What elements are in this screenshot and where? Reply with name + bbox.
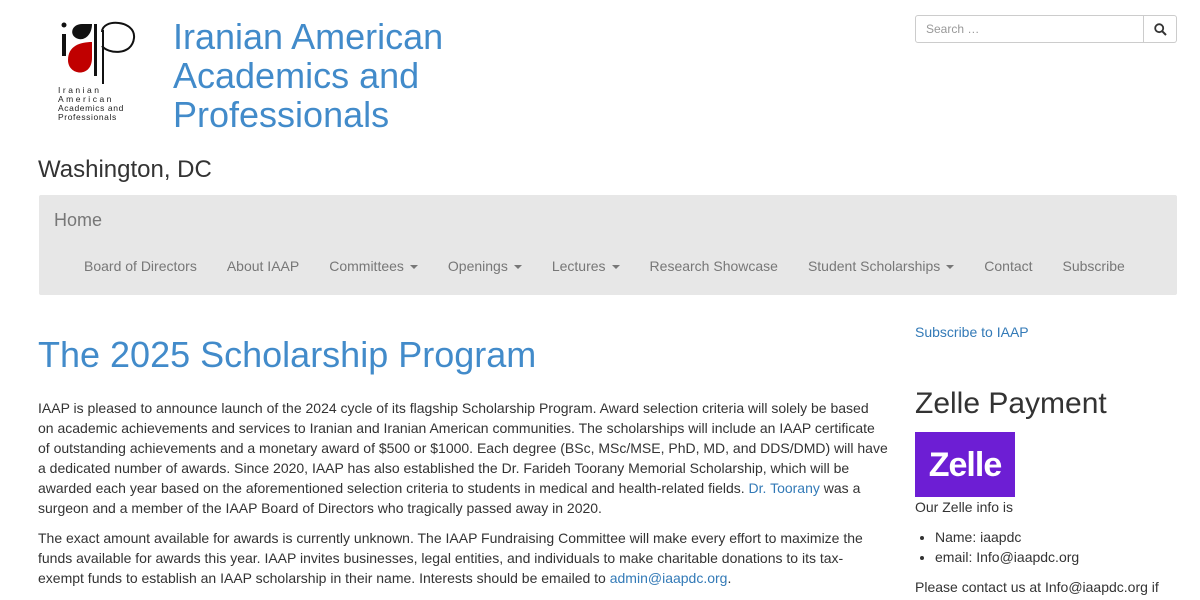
logo-line: Professionals: [58, 112, 117, 122]
zelle-info-text: Our Zelle info is: [915, 499, 1014, 515]
iaap-logo-mark: [61, 21, 136, 84]
paragraph-text: The exact amount available for awards is…: [38, 530, 863, 586]
nav-item-subscribe[interactable]: Subscribe: [1048, 258, 1140, 274]
nav-item-label: Board of Directors: [84, 258, 197, 274]
article-paragraph: IAAP is pleased to announce launch of th…: [38, 398, 888, 518]
nav-item-label: About IAAP: [226, 258, 300, 274]
site-tagline: Washington, DC: [38, 156, 212, 183]
nav-item-label: Contact: [984, 258, 1033, 274]
zelle-info-list: Name: iaapdc email: Info@iaapdc.org: [915, 527, 1185, 567]
site-title-line[interactable]: Iranian American: [173, 17, 443, 56]
toorany-link[interactable]: Dr. Toorany: [749, 480, 820, 496]
search-icon: [1153, 22, 1167, 36]
nav-item-committees[interactable]: Committees: [314, 258, 433, 274]
nav-item-contact[interactable]: Contact: [969, 258, 1047, 274]
zelle-logo: Zelle: [915, 432, 1015, 497]
subscribe-link[interactable]: Subscribe to IAAP: [915, 322, 1185, 342]
sidebar: Subscribe to IAAP Zelle Payment Zelle Ou…: [915, 322, 1185, 597]
page-title: The 2025 Scholarship Program: [38, 334, 537, 375]
caret-down-icon: [946, 265, 955, 270]
article-body: IAAP is pleased to announce launch of th…: [38, 398, 888, 598]
nav-item-board-of-directors[interactable]: Board of Directors: [69, 258, 212, 274]
nav-item-openings[interactable]: Openings: [433, 258, 537, 274]
zelle-contact-text: Please contact us at Info@iaapdc.org if: [915, 579, 1159, 595]
admin-email-link[interactable]: admin@iaapdc.org: [610, 570, 728, 586]
zelle-heading: Zelle Payment: [915, 387, 1107, 420]
zelle-logo-text: Zelle: [928, 445, 1002, 484]
nav-item-student-scholarships[interactable]: Student Scholarships: [793, 258, 969, 274]
search-form: [915, 15, 1177, 43]
nav-item-label: Subscribe: [1062, 258, 1125, 274]
nav-menu: Board of Directors About IAAP Committees…: [69, 258, 1140, 274]
site-title[interactable]: Iranian American Academics and Professio…: [173, 17, 443, 134]
search-button[interactable]: [1144, 15, 1177, 43]
article-paragraph: The exact amount available for awards is…: [38, 528, 888, 588]
site-title-line[interactable]: Academics and: [173, 56, 443, 95]
logo-caption: Iranian American Academics and Professio…: [58, 86, 138, 122]
site-title-line[interactable]: Professionals: [173, 95, 443, 134]
zelle-info-item: email: Info@iaapdc.org: [935, 547, 1185, 567]
nav-item-lectures[interactable]: Lectures: [537, 258, 635, 274]
nav-item-about-iaap[interactable]: About IAAP: [212, 258, 314, 274]
nav-item-label: Openings: [447, 258, 508, 274]
site-logo[interactable]: Iranian American Academics and Professio…: [58, 20, 138, 128]
nav-item-label: Student Scholarships: [807, 258, 941, 274]
main-navbar: Home Board of Directors About IAAP Commi…: [39, 195, 1177, 295]
caret-down-icon: [513, 265, 522, 270]
nav-item-label: Research Showcase: [649, 258, 778, 274]
search-input[interactable]: [915, 15, 1144, 43]
caret-down-icon: [409, 265, 418, 270]
caret-down-icon: [611, 265, 620, 270]
nav-item-label: Lectures: [551, 258, 606, 274]
nav-item-label: Committees: [329, 258, 404, 274]
nav-item-research-showcase[interactable]: Research Showcase: [635, 258, 793, 274]
paragraph-text: .: [727, 570, 732, 586]
nav-home-link[interactable]: Home: [54, 210, 102, 231]
zelle-info-item: Name: iaapdc: [935, 527, 1185, 547]
